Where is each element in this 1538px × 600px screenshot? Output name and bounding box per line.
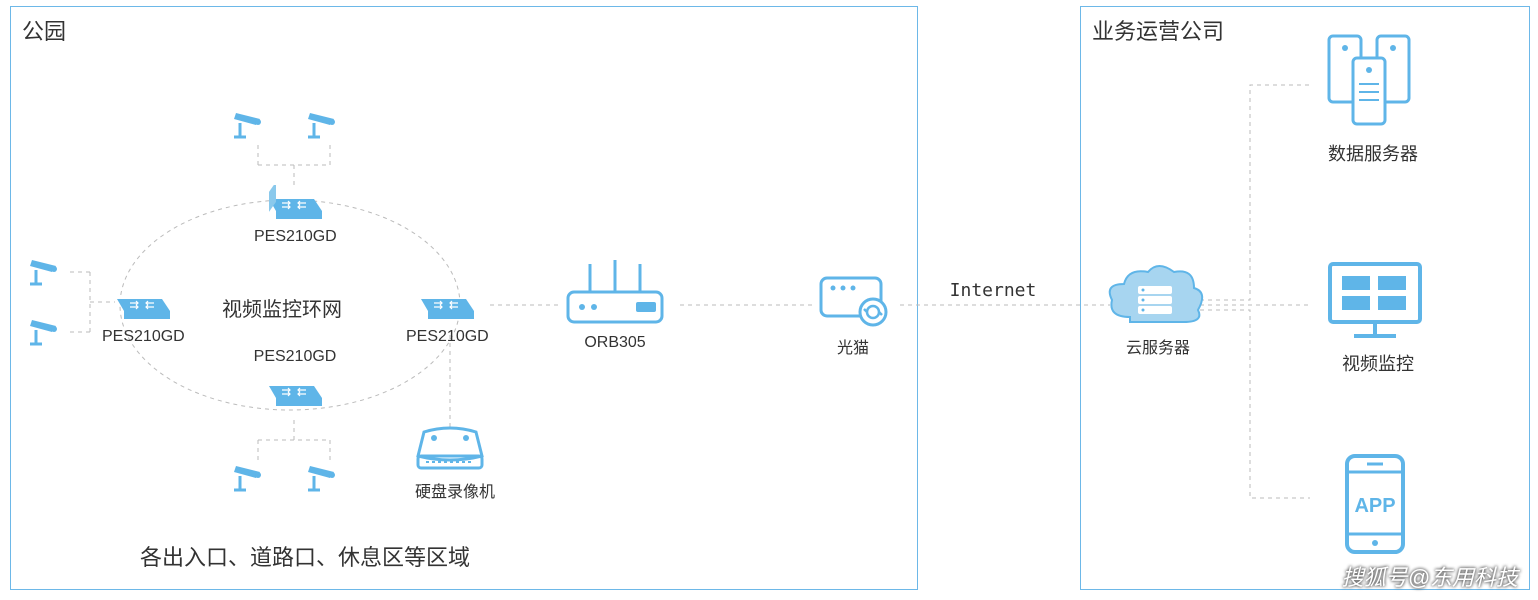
camera-icon xyxy=(28,252,68,288)
server-icon xyxy=(1315,28,1425,138)
bottom-caption: 各出入口、道路口、休息区等区域 xyxy=(140,540,470,572)
cloud-icon xyxy=(1100,262,1210,342)
switch-right-label: PES210GD xyxy=(406,328,486,346)
switch-icon-bottom xyxy=(264,372,324,412)
monitor-icon xyxy=(1320,256,1430,346)
switch-bottom-label: PES210GD xyxy=(250,348,340,366)
camera-icon xyxy=(232,105,272,141)
camera-icon xyxy=(232,458,272,494)
switch-top-label: PES210GD xyxy=(254,228,334,246)
nvr-icon xyxy=(410,426,490,476)
switch-icon-left xyxy=(112,285,172,325)
camera-icon xyxy=(306,458,346,494)
modem-icon xyxy=(815,272,893,332)
switch-icon-right xyxy=(416,285,476,325)
app-phone-icon: APP xyxy=(1335,450,1415,560)
company-title: 业务运营公司 xyxy=(1092,14,1224,46)
internet-label: Internet xyxy=(948,280,1038,301)
nvr-label: 硬盘录像机 xyxy=(405,478,505,502)
cloud-label: 云服务器 xyxy=(1118,334,1198,358)
modem-label: 光猫 xyxy=(828,334,878,358)
camera-icon xyxy=(306,105,346,141)
watermark: 搜狐号@东用科技 xyxy=(1342,560,1518,592)
router-icon xyxy=(560,258,670,330)
park-title: 公园 xyxy=(22,14,66,46)
switch-icon-top xyxy=(264,185,324,225)
camera-icon xyxy=(28,312,68,348)
app-text: APP xyxy=(1354,495,1395,517)
monitor-label: 视频监控 xyxy=(1328,350,1428,376)
ring-label: 视频监控环网 xyxy=(222,293,342,322)
router-label: ORB305 xyxy=(580,334,650,352)
data-server-label: 数据服务器 xyxy=(1318,140,1428,166)
switch-left-label: PES210GD xyxy=(102,328,182,346)
